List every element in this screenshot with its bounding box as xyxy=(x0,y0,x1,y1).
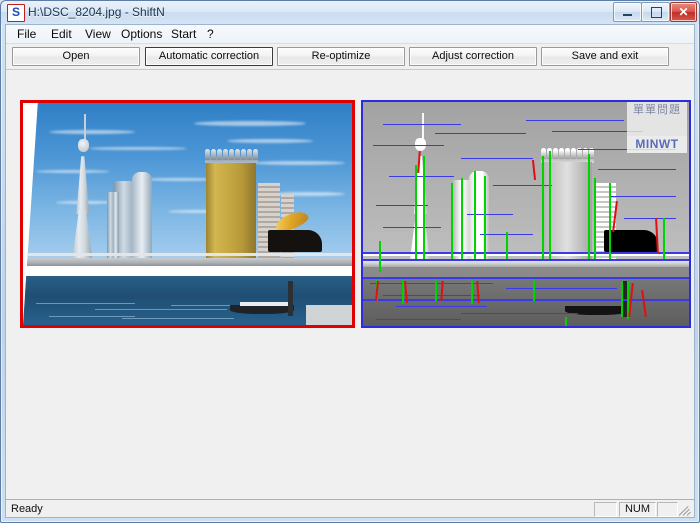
analysis-photo: 單單問題 MINWT xyxy=(363,102,689,326)
toolbar: Open Automatic correction Re-optimize Ad… xyxy=(6,44,694,70)
menu-item-start[interactable]: Start xyxy=(166,27,201,42)
client-area: File Edit View Options Start ? Open Auto… xyxy=(5,24,695,518)
menu-item-options[interactable]: Options xyxy=(116,27,167,42)
menu-bar: File Edit View Options Start ? xyxy=(6,25,694,44)
status-panel-num: NUM xyxy=(619,502,656,517)
app-icon: S xyxy=(7,4,25,22)
close-icon: ✕ xyxy=(678,5,689,19)
resize-grip-icon[interactable] xyxy=(678,503,692,516)
automatic-correction-button[interactable]: Automatic correction xyxy=(145,47,273,66)
corrected-image-preview[interactable] xyxy=(20,100,355,328)
close-button[interactable]: ✕ xyxy=(670,2,697,22)
preview-panels: 單單問題 MINWT xyxy=(6,70,694,517)
adjust-correction-button[interactable]: Adjust correction xyxy=(409,47,537,66)
open-button[interactable]: Open xyxy=(12,47,140,66)
menu-item-view[interactable]: View xyxy=(80,27,116,42)
status-panel-1 xyxy=(594,502,617,517)
status-panel-3 xyxy=(657,502,678,517)
menu-item-help[interactable]: ? xyxy=(202,27,219,42)
window-title: H:\DSC_8204.jpg - ShiftN xyxy=(28,5,165,19)
corrected-photo xyxy=(23,103,352,325)
save-and-exit-button[interactable]: Save and exit xyxy=(541,47,669,66)
minimize-icon xyxy=(623,14,632,16)
maximize-icon xyxy=(651,7,662,18)
watermark: 單單問題 MINWT xyxy=(627,102,687,160)
watermark-cjk: 單單問題 xyxy=(627,102,687,136)
maximize-button[interactable] xyxy=(641,2,670,22)
minimize-button[interactable] xyxy=(613,2,642,22)
line-analysis-preview[interactable]: 單單問題 MINWT xyxy=(361,100,691,328)
status-message: Ready xyxy=(11,503,43,515)
application-window: S H:\DSC_8204.jpg - ShiftN ✕ File Edit V… xyxy=(0,0,700,523)
menu-item-file[interactable]: File xyxy=(12,27,41,42)
status-bar: Ready NUM xyxy=(5,499,695,518)
re-optimize-button[interactable]: Re-optimize xyxy=(277,47,405,66)
menu-item-edit[interactable]: Edit xyxy=(46,27,77,42)
watermark-text: MINWT xyxy=(627,136,687,153)
title-bar: S H:\DSC_8204.jpg - ShiftN ✕ xyxy=(1,1,699,24)
